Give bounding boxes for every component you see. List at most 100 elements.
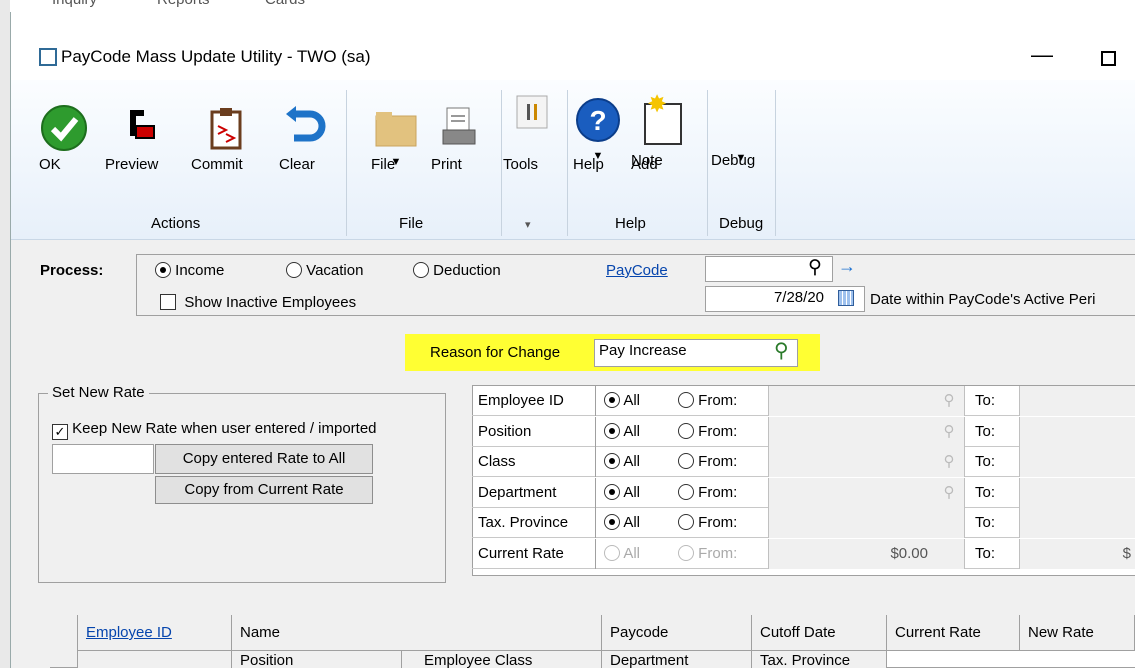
filter-to-field[interactable]: $ [1019, 539, 1135, 569]
set-new-rate-title: Set New Rate [48, 384, 149, 401]
filter-all-radio[interactable] [604, 514, 620, 530]
filter-all-radio[interactable] [604, 545, 620, 561]
filter-all-radio[interactable] [604, 484, 620, 500]
paycode-arrow-icon[interactable]: → [838, 256, 856, 277]
clear-button[interactable]: Clear [279, 104, 329, 173]
filter-from-radio[interactable] [678, 423, 694, 439]
group-help: Help [615, 215, 646, 232]
filter-lookup-icon[interactable] [934, 539, 964, 569]
copy-entered-rate-button[interactable]: Copy entered Rate to All [155, 444, 373, 474]
filter-from-radio[interactable] [678, 484, 694, 500]
minimize-button[interactable]: — [1031, 42, 1053, 68]
filter-to-field[interactable] [1019, 417, 1135, 447]
reason-input[interactable]: Pay Increase [594, 339, 798, 367]
debug-button[interactable]: Debug ▼ [711, 152, 771, 169]
filter-lookup-icon[interactable]: ⚲ [934, 478, 964, 508]
income-radio[interactable] [155, 262, 171, 278]
filter-to-field[interactable] [1019, 478, 1135, 508]
filter-from-radio[interactable] [678, 453, 694, 469]
filter-from-field[interactable] [768, 417, 934, 447]
filter-from-option[interactable]: From: [678, 417, 737, 447]
filter-row: Class All From: ⚲ To: [472, 447, 1135, 477]
col-employee-id[interactable]: Employee ID [78, 615, 232, 651]
col-new-rate[interactable]: New Rate [1020, 615, 1135, 651]
filter-from-option[interactable]: From: [678, 539, 737, 569]
filter-all-option[interactable]: All [604, 539, 640, 569]
maximize-button[interactable] [1101, 51, 1116, 66]
filter-lookup-icon[interactable]: ⚲ [934, 447, 964, 477]
filter-from-field[interactable] [768, 447, 934, 477]
filter-all-option[interactable]: All [604, 386, 640, 416]
col-tax-province[interactable]: Tax. Province [752, 651, 887, 668]
filter-lookup-icon[interactable]: ⚲ [934, 386, 964, 416]
print-button[interactable]: Print [431, 104, 486, 173]
filter-all-option[interactable]: All [604, 478, 640, 508]
ok-check-icon [41, 105, 87, 151]
filter-all-option[interactable]: All [604, 508, 640, 538]
col-department[interactable]: Department [602, 651, 752, 668]
filter-all-radio[interactable] [604, 392, 620, 408]
filter-row: Current Rate All From: $0.00 To: $ [472, 539, 1135, 569]
file-button[interactable]: File ▼ [371, 104, 421, 173]
col-cutoff-date[interactable]: Cutoff Date [752, 615, 887, 651]
filter-from-field[interactable] [768, 508, 934, 538]
filter-from-radio[interactable] [678, 514, 694, 530]
keep-new-rate-option[interactable]: ✓ Keep New Rate when user entered / impo… [52, 420, 377, 440]
filter-from-radio[interactable] [678, 392, 694, 408]
add-note-button[interactable]: ✸ Add Note [631, 90, 691, 173]
filter-lookup-icon[interactable] [934, 508, 964, 538]
col-paycode[interactable]: Paycode [602, 615, 752, 651]
ok-button[interactable]: OK [39, 104, 89, 173]
copy-current-rate-button[interactable]: Copy from Current Rate [155, 476, 373, 504]
filter-from-radio[interactable] [678, 545, 694, 561]
paycode-lookup-icon[interactable]: ⚲ [808, 256, 822, 279]
filter-all-option[interactable]: All [604, 417, 640, 447]
menu-cards[interactable]: Cards [265, 0, 305, 8]
reason-lookup-icon[interactable]: ⚲ [774, 338, 789, 363]
filter-to-field[interactable] [1019, 386, 1135, 416]
calendar-icon[interactable] [838, 290, 854, 306]
deduction-option[interactable]: Deduction [413, 262, 501, 279]
filter-all-radio[interactable] [604, 423, 620, 439]
preview-button[interactable]: Preview [105, 104, 175, 173]
filter-from-option[interactable]: From: [678, 508, 737, 538]
vacation-option[interactable]: Vacation [286, 262, 363, 279]
col-employee-class[interactable]: Employee Class [402, 651, 602, 668]
clipboard-icon [210, 108, 242, 150]
ribbon-separator [346, 90, 347, 236]
show-inactive-option[interactable]: Show Inactive Employees [160, 294, 356, 311]
menu-reports[interactable]: Reports [157, 0, 210, 8]
filter-from-option[interactable]: From: [678, 478, 737, 508]
new-rate-input[interactable] [52, 444, 154, 474]
group-actions: Actions [151, 215, 201, 232]
help-button[interactable]: ? Help ▼ [573, 90, 623, 173]
show-inactive-label: Show Inactive Employees [184, 294, 357, 311]
filter-from-option[interactable]: From: [678, 386, 737, 416]
show-inactive-checkbox[interactable] [160, 294, 176, 310]
income-option[interactable]: Income [155, 262, 224, 279]
app-icon [39, 48, 57, 66]
filter-label: Tax. Province [478, 508, 596, 538]
filter-from-field[interactable]: $0.00 [768, 539, 934, 569]
filter-from-option[interactable]: From: [678, 447, 737, 477]
filter-all-radio[interactable] [604, 453, 620, 469]
filter-to-field[interactable] [1019, 447, 1135, 477]
deduction-radio[interactable] [413, 262, 429, 278]
col-employee-id-link[interactable]: Employee ID [86, 624, 172, 641]
paycode-link[interactable]: PayCode [606, 262, 668, 279]
col-name[interactable]: Name [232, 615, 602, 651]
vacation-radio[interactable] [286, 262, 302, 278]
menu-inquiry[interactable]: Inquiry [52, 0, 97, 8]
keep-new-rate-checkbox[interactable]: ✓ [52, 424, 68, 440]
col-current-rate[interactable]: Current Rate [887, 615, 1020, 651]
filter-from-field[interactable] [768, 386, 934, 416]
filter-from-field[interactable] [768, 478, 934, 508]
col-position[interactable]: Position [232, 651, 402, 668]
tools-label: Tools [503, 156, 539, 173]
tools-button[interactable]: Tools [503, 92, 563, 173]
filter-all-option[interactable]: All [604, 447, 640, 477]
filter-lookup-icon[interactable]: ⚲ [934, 417, 964, 447]
group-tools-expander[interactable]: ▾ [525, 218, 531, 231]
filter-to-field[interactable] [1019, 508, 1135, 538]
commit-button[interactable]: Commit [191, 104, 261, 173]
